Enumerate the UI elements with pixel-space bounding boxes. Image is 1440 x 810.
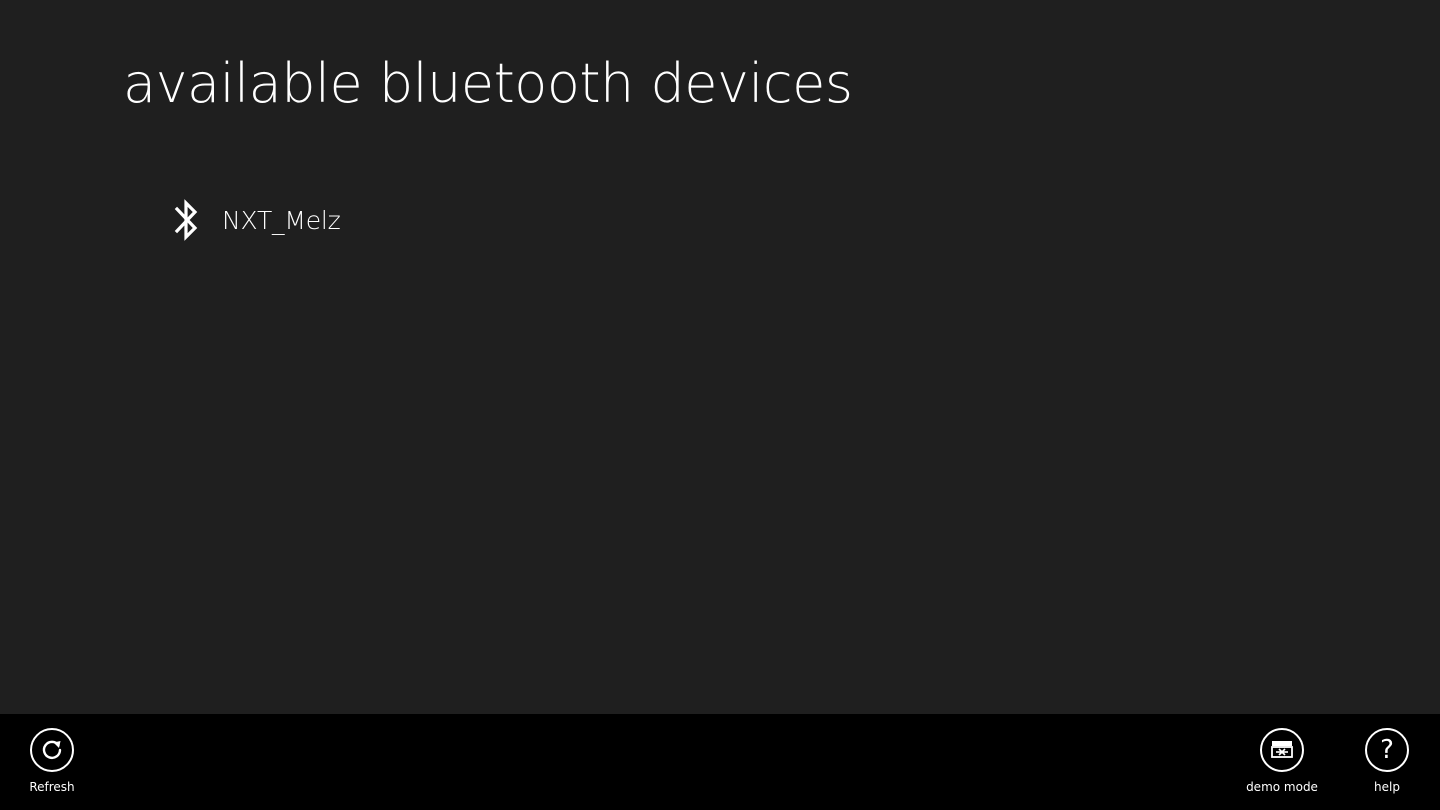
main-page: available bluetooth devices NXT_Melz Ref…	[0, 0, 1440, 810]
demo-mode-button[interactable]: demo mode	[1246, 728, 1318, 794]
help-button[interactable]: ? help	[1365, 728, 1409, 794]
refresh-label: Refresh	[29, 780, 75, 794]
demo-mode-label: demo mode	[1246, 780, 1318, 794]
list-item[interactable]: NXT_Melz	[164, 192, 584, 248]
device-name: NXT_Melz	[222, 205, 341, 235]
app-bar: Refresh demo mode ? help	[0, 714, 1440, 810]
refresh-icon	[30, 728, 74, 772]
question-mark-glyph: ?	[1380, 735, 1394, 765]
refresh-button[interactable]: Refresh	[29, 728, 75, 794]
device-list: NXT_Melz	[164, 192, 584, 248]
bluetooth-icon	[170, 196, 204, 244]
page-title: available bluetooth devices	[123, 52, 853, 115]
help-icon: ?	[1365, 728, 1409, 772]
help-label: help	[1374, 780, 1400, 794]
demo-mode-icon	[1260, 728, 1304, 772]
